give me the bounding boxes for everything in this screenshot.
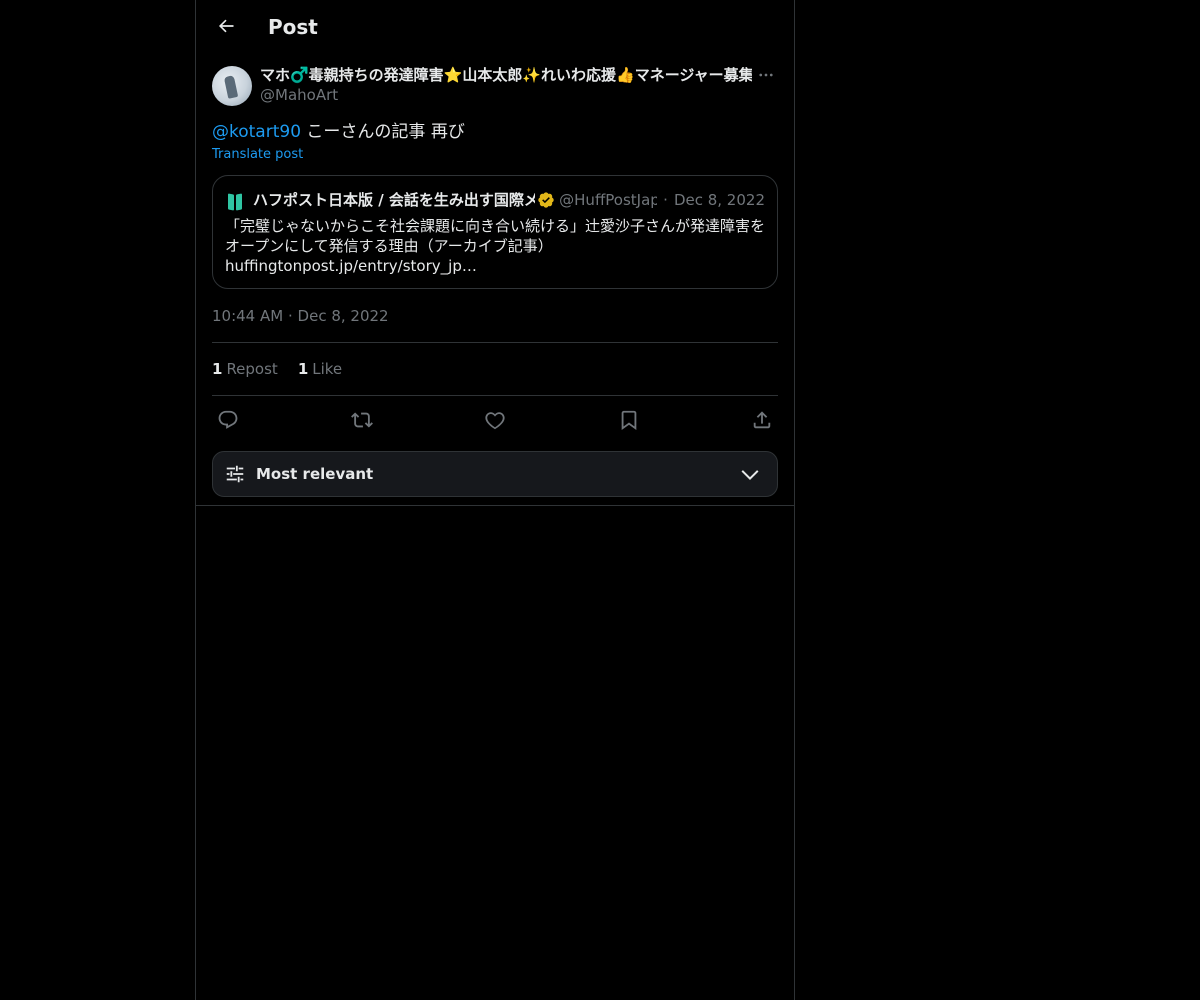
translate-post-link[interactable]: Translate post bbox=[212, 146, 303, 164]
post-time: 10:44 AM bbox=[212, 307, 284, 325]
time-separator: · bbox=[287, 307, 293, 325]
back-button[interactable] bbox=[208, 8, 244, 44]
quote-text: 「完璧じゃないからこそ社会課題に向き合い続ける」辻愛沙子さんが発達障害をオープン… bbox=[225, 217, 766, 255]
post: マホ♂️毒親持ちの発達障害⭐️山本太郎✨れいわ応援👍マネージャー募集 @Maho… bbox=[212, 64, 778, 497]
quote-author-handle: @HuffPostJapan bbox=[559, 191, 658, 209]
repost-icon bbox=[350, 412, 373, 428]
quoted-post[interactable]: ハフポスト日本版 / 会話を生み出す国際メディア @HuffPostJapan … bbox=[212, 175, 778, 289]
repost-button[interactable] bbox=[350, 408, 374, 432]
post-body: こーさんの記事 再び bbox=[301, 122, 465, 142]
author-name[interactable]: マホ♂️毒親持ちの発達障害⭐️山本太郎✨れいわ応援👍マネージャー募集 bbox=[260, 64, 752, 86]
post-text: @kotart90 こーさんの記事 再び bbox=[212, 120, 465, 144]
share-icon bbox=[753, 411, 771, 429]
quote-date: Dec 8, 2022 bbox=[673, 191, 765, 209]
sliders-icon bbox=[226, 465, 244, 483]
author-handle[interactable]: @MahoArt bbox=[260, 85, 338, 105]
more-button[interactable] bbox=[754, 64, 778, 86]
chevron-down-icon bbox=[741, 470, 759, 481]
avatar[interactable] bbox=[212, 66, 252, 106]
like-button[interactable] bbox=[483, 408, 507, 432]
bookmark-icon bbox=[621, 410, 636, 431]
divider bbox=[212, 395, 778, 396]
reply-icon bbox=[218, 410, 238, 429]
like-icon bbox=[485, 412, 505, 430]
main-column: Post マホ♂️毒親持ちの発達障害⭐️山本太郎✨れいわ応援👍マネージャー募集 … bbox=[195, 0, 795, 1000]
top-bar: Post bbox=[196, 0, 794, 54]
sort-label: Most relevant bbox=[256, 465, 374, 483]
arrow-left-icon bbox=[218, 19, 234, 33]
likes-stat[interactable]: 1 Like bbox=[298, 358, 342, 380]
quote-link[interactable]: huffingtonpost.jp/entry/story_jp… bbox=[225, 256, 767, 276]
more-icon bbox=[759, 73, 773, 77]
bookmark-button[interactable] bbox=[617, 408, 641, 432]
quote-author-name: ハフポスト日本版 / 会話を生み出す国際メディア bbox=[253, 191, 536, 209]
share-button[interactable] bbox=[750, 408, 774, 432]
post-stats: 1 Repost 1 Like bbox=[212, 358, 342, 380]
author-row: マホ♂️毒親持ちの発達障害⭐️山本太郎✨れいわ応援👍マネージャー募集 @Maho… bbox=[212, 64, 778, 106]
action-bar bbox=[212, 402, 778, 438]
reply-button[interactable] bbox=[216, 408, 240, 432]
mention-link[interactable]: @kotart90 bbox=[212, 122, 301, 142]
post-timestamp[interactable]: 10:44 AM · Dec 8, 2022 bbox=[212, 306, 389, 326]
verified-badge-icon bbox=[537, 191, 555, 209]
quoted-post-header: ハフポスト日本版 / 会話を生み出す国際メディア @HuffPostJapan … bbox=[225, 188, 765, 212]
quote-separator: · bbox=[663, 191, 668, 209]
section-divider bbox=[196, 505, 794, 506]
post-date: Dec 8, 2022 bbox=[297, 307, 389, 325]
quote-avatar bbox=[225, 190, 245, 211]
divider bbox=[212, 342, 778, 343]
reposts-stat[interactable]: 1 Repost bbox=[212, 358, 278, 380]
page-title: Post bbox=[268, 15, 318, 39]
quote-body: 「完璧じゃないからこそ社会課題に向き合い続ける」辻愛沙子さんが発達障害をオープン… bbox=[225, 216, 767, 276]
replies-sort-dropdown[interactable]: Most relevant bbox=[212, 451, 778, 497]
